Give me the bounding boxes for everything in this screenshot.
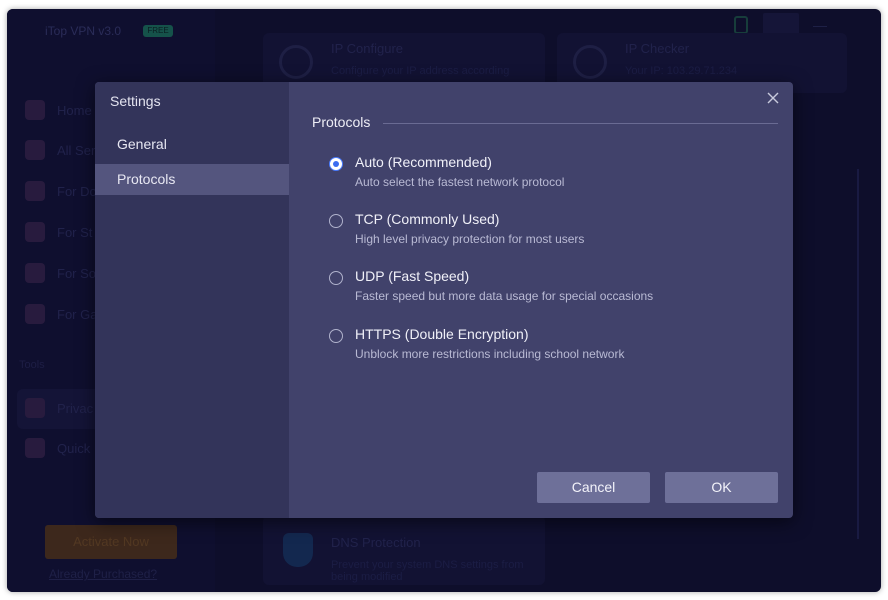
settings-dialog: Settings General Protocols Protocols Aut…	[95, 82, 793, 518]
option-title: HTTPS (Double Encryption)	[355, 326, 529, 342]
option-description: Unblock more restrictions including scho…	[355, 347, 625, 361]
option-title: UDP (Fast Speed)	[355, 268, 470, 284]
close-icon[interactable]	[765, 90, 781, 106]
protocol-option-tcp[interactable]: TCP (Commonly Used) High level privacy p…	[329, 211, 749, 251]
ok-button[interactable]: OK	[665, 472, 778, 503]
radio-unselected-icon[interactable]	[329, 214, 343, 228]
option-title: TCP (Commonly Used)	[355, 211, 500, 227]
option-description: Auto select the fastest network protocol	[355, 175, 565, 189]
section-title: Protocols	[312, 114, 371, 130]
settings-sidebar: Settings General Protocols	[95, 82, 289, 518]
protocol-option-udp[interactable]: UDP (Fast Speed) Faster speed but more d…	[329, 268, 749, 308]
option-description: Faster speed but more data usage for spe…	[355, 289, 654, 303]
radio-selected-icon[interactable]	[329, 157, 343, 171]
protocol-option-auto[interactable]: Auto (Recommended) Auto select the faste…	[329, 154, 749, 194]
radio-unselected-icon[interactable]	[329, 329, 343, 343]
sidebar-item-general[interactable]: General	[95, 129, 289, 160]
section-divider	[383, 123, 778, 124]
cancel-button[interactable]: Cancel	[537, 472, 650, 503]
radio-unselected-icon[interactable]	[329, 271, 343, 285]
option-description: High level privacy protection for most u…	[355, 232, 585, 246]
protocol-option-https[interactable]: HTTPS (Double Encryption) Unblock more r…	[329, 326, 749, 366]
option-title: Auto (Recommended)	[355, 154, 492, 170]
dialog-title: Settings	[110, 93, 161, 109]
sidebar-item-protocols[interactable]: Protocols	[95, 164, 289, 195]
